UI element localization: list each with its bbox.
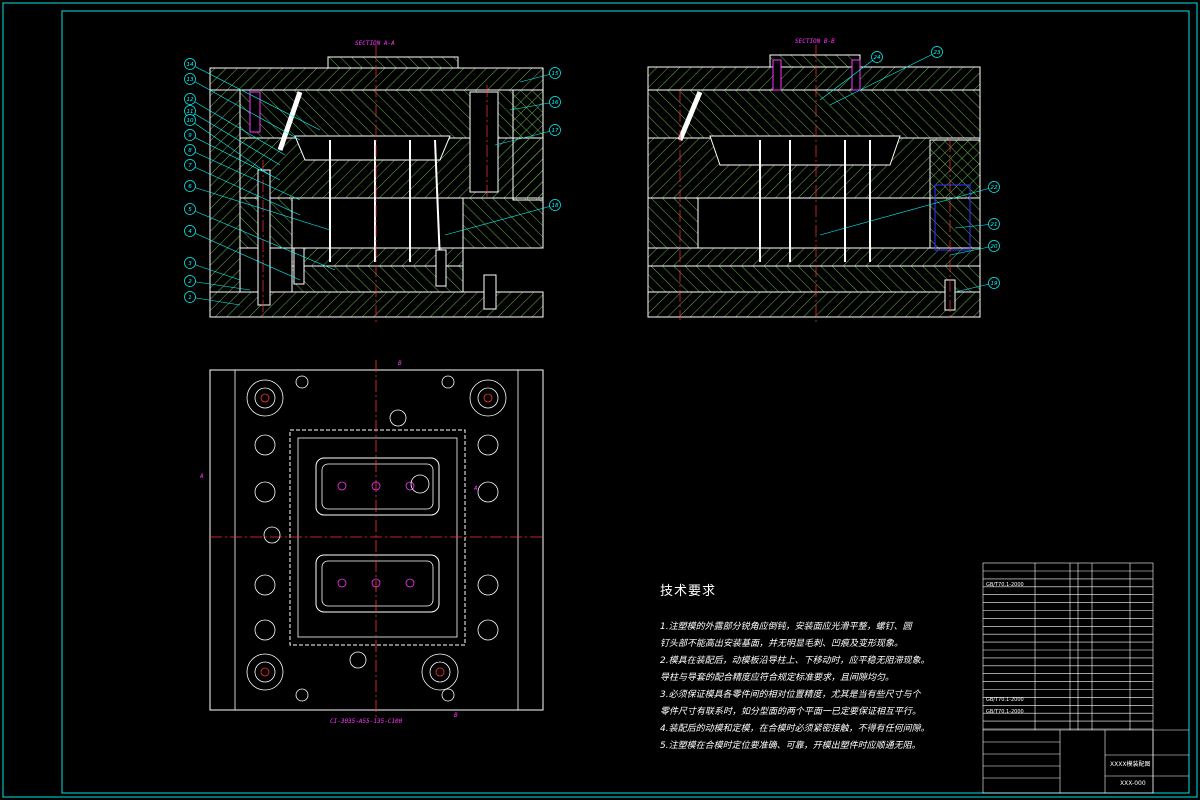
outer-frame: [2, 2, 1198, 798]
balloon-left: 12: [187, 97, 194, 103]
plan-marker-b-top: B: [398, 360, 402, 367]
section-a-a-view: [209, 45, 544, 325]
balloon-left: 17: [552, 128, 559, 134]
requirement-line: 3.必须保证模具各零件间的相对位置精度，尤其是当有些尺寸与个: [660, 690, 921, 700]
drawing-number: XXX-000: [1120, 780, 1146, 787]
requirement-line: 1.注塑模的外露部分锐角应倒钝，安装面应光滑平整，螺钉、圆: [660, 622, 912, 632]
balloon-left: 9: [188, 133, 192, 139]
std-part-3: GB/T70.1-2000: [986, 709, 1024, 715]
balloon-left: 7: [188, 163, 192, 169]
requirement-line: 2.模具在装配后，动模板沿导柱上、下移动时，应平稳无阻滞现象。: [660, 656, 930, 666]
plan-marker-b-bottom: B: [454, 712, 458, 719]
balloon-left: 10: [187, 118, 194, 124]
drawing-sheet: 141312111098765432115161718 242322212019: [2, 2, 1198, 798]
title-block: [982, 562, 1189, 794]
std-part-2: GB/T70.1-2000: [986, 697, 1024, 703]
balloon-left: 3: [188, 261, 192, 267]
balloon-right: 19: [991, 281, 998, 287]
balloon-left: 15: [552, 71, 559, 77]
technical-requirements: 技术要求 1.注塑模的外露部分锐角应倒钝，安装面应光滑平整，螺钉、圆 钉头部不能…: [660, 580, 980, 755]
balloon-left: 1: [188, 295, 192, 301]
balloon-right: 20: [991, 244, 998, 250]
requirement-line: 钉头部不能高出安装基面，并无明显毛刺、凹痕及变形现象。: [660, 639, 904, 649]
balloon-right: 21: [991, 222, 998, 228]
plan-caption: CI-3035-A55-135-C100: [330, 718, 403, 725]
requirement-line: 零件尺寸有联系时，如分型面的两个平面一已定要保证相互平行。: [660, 707, 922, 717]
balloon-left: 11: [187, 109, 194, 115]
balloon-left: 5: [188, 207, 192, 213]
section-b-b-view: [647, 45, 981, 325]
technical-requirements-heading: 技术要求: [660, 584, 717, 599]
balloon-left: 4: [188, 229, 192, 235]
balloon-left: 8: [188, 148, 192, 154]
balloon-right: 23: [934, 50, 941, 56]
balloon-left: 18: [552, 203, 559, 209]
balloon-left: 6: [188, 184, 192, 190]
balloon-left: 13: [187, 77, 194, 83]
requirement-line: 导柱与导套的配合精度应符合规定标准要求，且间隙均匀。: [660, 673, 895, 683]
balloon-left: 14: [187, 62, 194, 68]
balloon-left: 16: [552, 100, 559, 106]
drawing-name: XXXX模装配图: [1110, 761, 1151, 768]
balloon-left: 2: [188, 279, 192, 285]
balloon-right: 22: [991, 185, 998, 191]
plan-view: [209, 360, 544, 720]
balloon-right: 24: [874, 55, 881, 61]
requirement-line: 5.注塑模在合模时定位要准确、可靠，开模出塑件时应顺通无阻。: [660, 741, 921, 751]
requirement-line: 4.装配后的动模和定模，在合模时必须紧密接触，不得有任何间隙。: [660, 724, 930, 734]
section-b-b-title: SECTION B-B: [795, 38, 835, 45]
section-a-a-title: SECTION A-A: [355, 40, 395, 47]
plan-marker-a-right: A: [474, 485, 478, 492]
std-part-1: GB/T70.1-2000: [986, 582, 1024, 588]
plan-marker-a-left: A: [200, 473, 204, 480]
